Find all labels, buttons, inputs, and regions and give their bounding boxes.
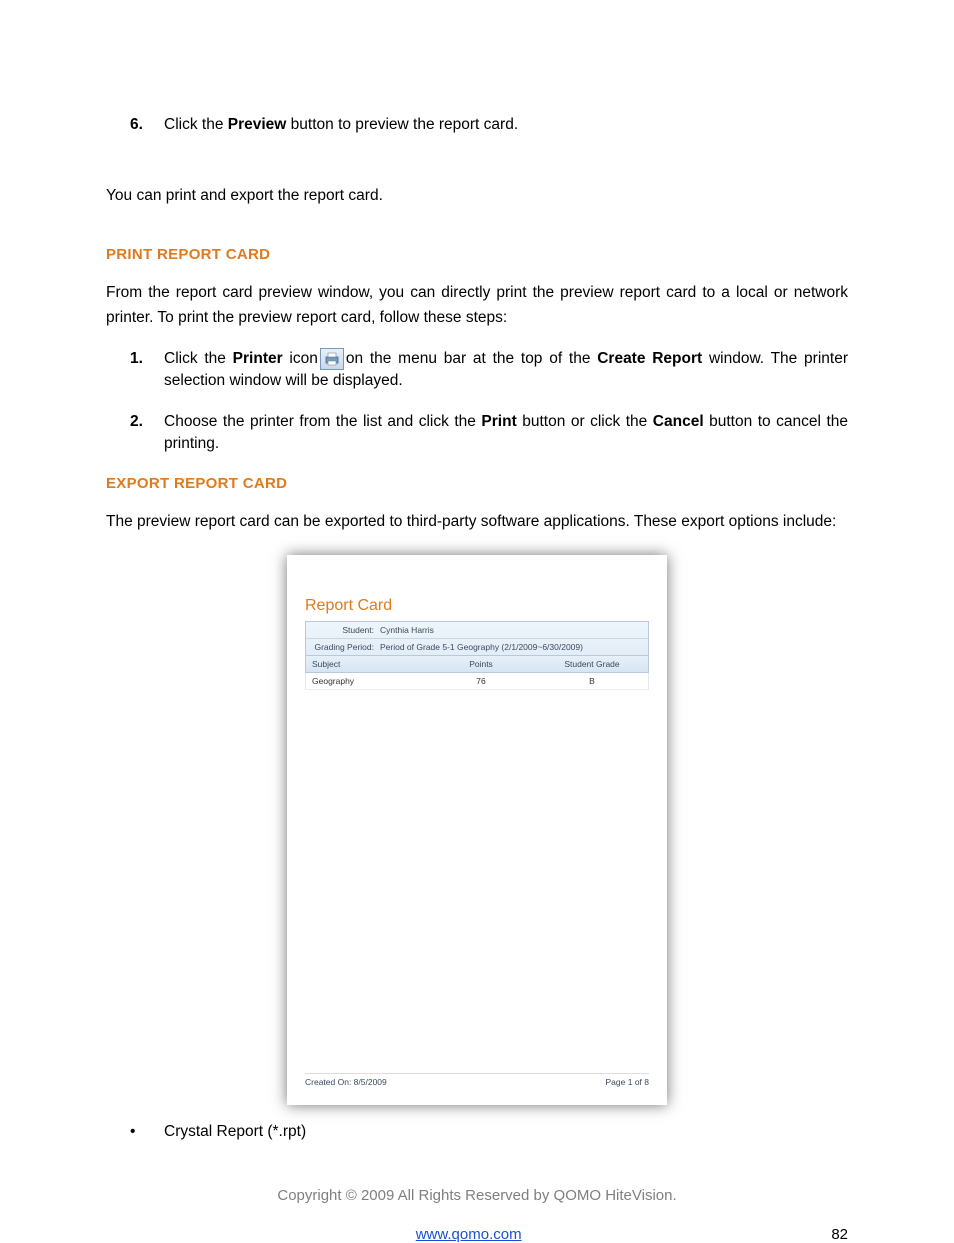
report-card-title: Report Card (305, 597, 649, 615)
page-number: 82 (831, 1226, 848, 1243)
export-bullet-1: • Crystal Report (*.rpt) (106, 1123, 848, 1141)
text: button to preview the report card. (286, 116, 518, 133)
print-step-1: 1. Click the Printer icon on the menu bar… (106, 348, 848, 393)
period-label: Grading Period: (312, 642, 380, 652)
print-intro: From the report card preview window, you… (106, 281, 848, 329)
col-points: Points (426, 656, 536, 672)
student-value: Cynthia Harris (380, 625, 434, 635)
cancel-bold: Cancel (653, 413, 704, 430)
print-step-2-number: 2. (106, 411, 164, 456)
preview-bold: Preview (228, 116, 287, 133)
step-6: 6. Click the Preview button to preview t… (106, 114, 848, 136)
bullet-text: Crystal Report (*.rpt) (164, 1123, 306, 1141)
period-value: Period of Grade 5-1 Geography (2/1/2009~… (380, 642, 583, 652)
cell-grade: B (536, 673, 648, 689)
col-subject: Subject (306, 656, 426, 672)
student-row: Student: Cynthia Harris (306, 622, 648, 638)
footer-link[interactable]: www.qomo.com (416, 1226, 522, 1243)
print-step-1-body: Click the Printer icon on the menu bar at… (164, 348, 848, 393)
text: Click the (164, 350, 233, 367)
report-card-header-band: Student: Cynthia Harris Grading Period: … (305, 621, 649, 656)
text: Click the (164, 116, 228, 133)
created-on: Created On: 8/5/2009 (305, 1077, 387, 1087)
intro-paragraph: You can print and export the report card… (106, 184, 848, 208)
step-6-body: Click the Preview button to preview the … (164, 114, 848, 136)
print-bold: Print (481, 413, 516, 430)
report-page: Page 1 of 8 (606, 1077, 649, 1087)
report-table-header: Subject Points Student Grade (305, 656, 649, 673)
print-report-card-heading: PRINT REPORT CARD (106, 246, 848, 263)
printer-bold: Printer (233, 350, 283, 367)
copyright-line: Copyright © 2009 All Rights Reserved by … (106, 1187, 848, 1204)
cell-points: 76 (426, 673, 536, 689)
document-page: 6. Click the Preview button to preview t… (0, 0, 954, 1235)
text: on the menu bar at the top of the (346, 350, 597, 367)
col-grade: Student Grade (536, 656, 648, 672)
period-row: Grading Period: Period of Grade 5-1 Geog… (306, 638, 648, 655)
report-card-inner: Report Card Student: Cynthia Harris Grad… (287, 555, 667, 1105)
report-card-preview: Report Card Student: Cynthia Harris Grad… (287, 555, 667, 1105)
student-label: Student: (312, 625, 380, 635)
text: Choose the printer from the list and cli… (164, 413, 481, 430)
report-table-row: Geography 76 B (305, 673, 649, 690)
text: icon (283, 350, 318, 367)
export-report-card-heading: EXPORT REPORT CARD (106, 475, 848, 492)
print-step-1-number: 1. (106, 348, 164, 393)
text: button or click the (517, 413, 653, 430)
printer-icon (320, 348, 344, 370)
create-report-bold: Create Report (597, 350, 702, 367)
export-intro: The preview report card can be exported … (106, 510, 848, 534)
page-footer: www.qomo.com 82 (106, 1226, 848, 1243)
bullet-dot: • (106, 1123, 164, 1141)
print-step-2-body: Choose the printer from the list and cli… (164, 411, 848, 456)
step-6-number: 6. (106, 114, 164, 136)
print-step-2: 2. Choose the printer from the list and … (106, 411, 848, 456)
report-card-footer: Created On: 8/5/2009 Page 1 of 8 (305, 1073, 649, 1087)
cell-subject: Geography (306, 673, 426, 689)
